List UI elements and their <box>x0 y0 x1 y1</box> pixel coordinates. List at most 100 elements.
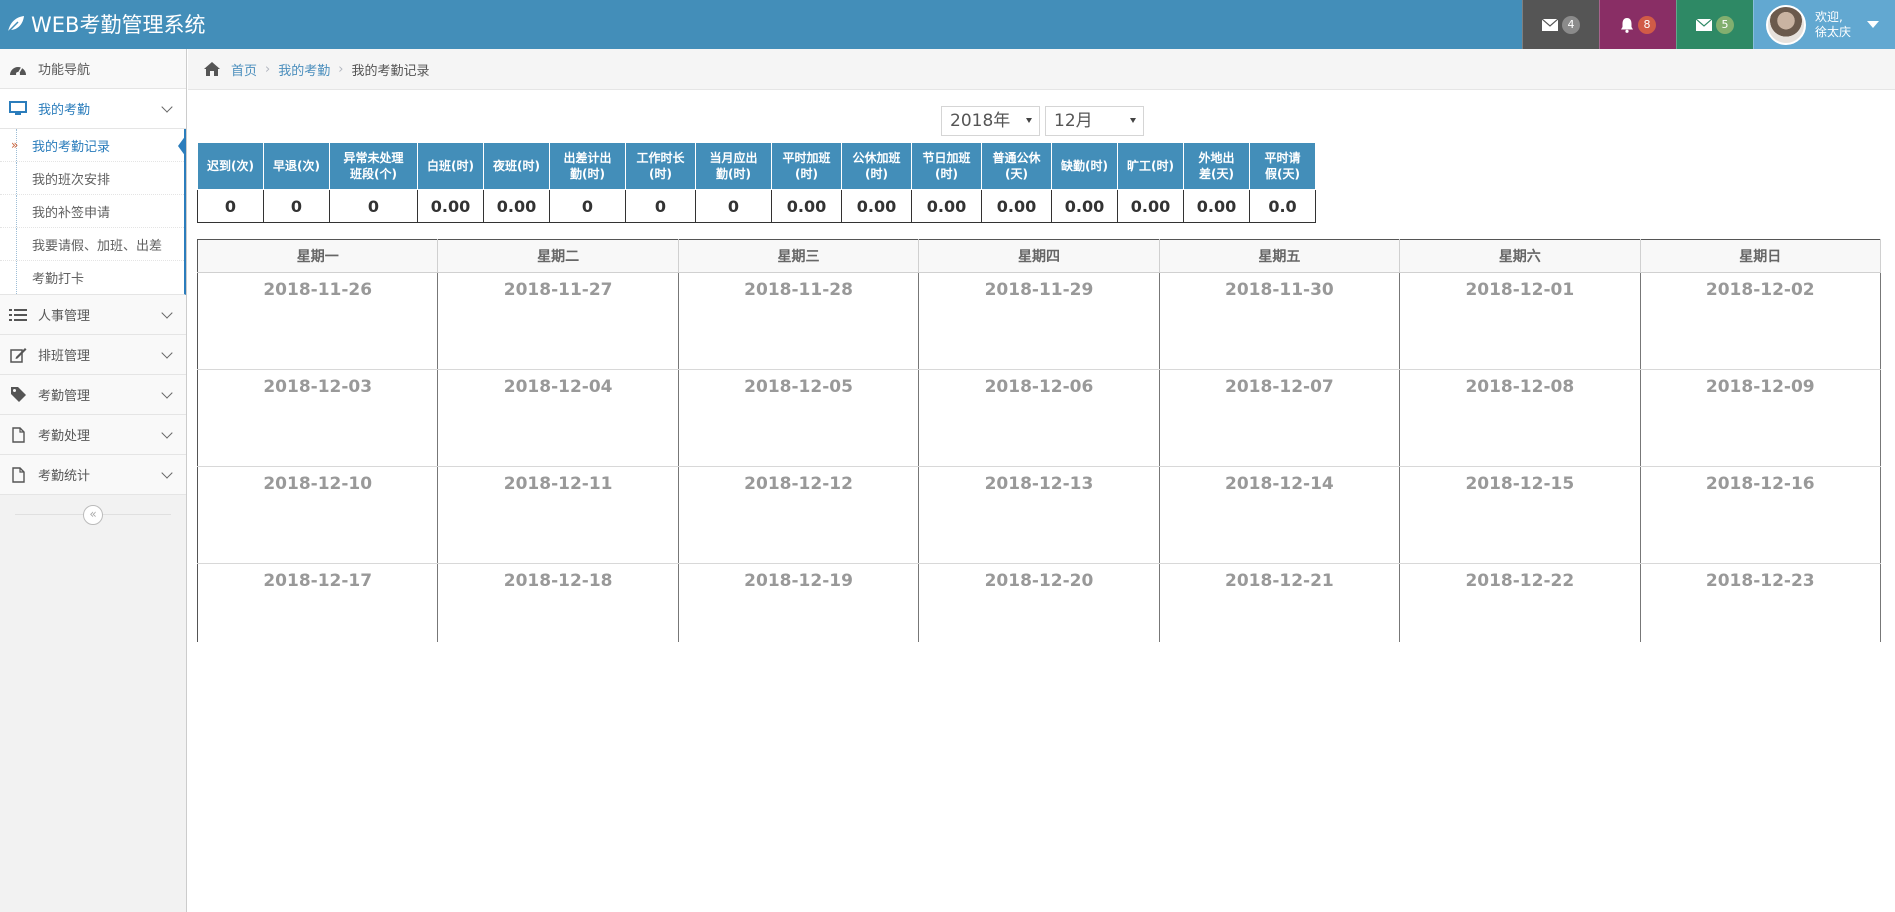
calendar-day-cell[interactable]: 2018-11-28 <box>678 272 920 370</box>
sidebar-item-my-attendance[interactable]: 我的考勤 <box>0 89 186 129</box>
messages-button[interactable]: 4 <box>1522 0 1599 49</box>
calendar-date-label: 2018-11-30 <box>1225 280 1334 300</box>
envelope-icon <box>1696 18 1712 31</box>
stats-column-header: 迟到(次) <box>197 142 264 190</box>
month-select[interactable]: 12月 <box>1045 106 1144 136</box>
sidebar-item-scheduling[interactable]: 排班管理 <box>0 335 186 375</box>
calendar-day-cell[interactable]: 2018-12-03 <box>197 369 439 467</box>
calendar-day-cell[interactable]: 2018-12-18 <box>437 563 679 642</box>
stats-column-header: 工作时长 (时) <box>625 142 696 190</box>
sidebar-item-attendance-statistics[interactable]: 考勤统计 <box>0 455 186 495</box>
calendar-date-label: 2018-12-13 <box>984 474 1094 494</box>
double-angle-right-icon: » <box>11 138 19 152</box>
calendar-day-cell[interactable]: 2018-11-27 <box>437 272 679 370</box>
submenu-item-makeup-request[interactable]: 我的补签申请 <box>0 195 184 228</box>
calendar-date-label: 2018-12-22 <box>1465 571 1575 591</box>
stats-value: 0.00 <box>1183 189 1250 223</box>
calendar-date-label: 2018-12-10 <box>263 474 373 494</box>
weekday-header: 星期日 <box>1640 239 1882 273</box>
calendar-day-cell[interactable]: 2018-12-15 <box>1399 466 1641 564</box>
stats-column-header: 当月应出 勤(时) <box>695 142 772 190</box>
submenu-item-leave-request[interactable]: 我要请假、加班、出差 <box>0 228 184 261</box>
calendar-day-cell[interactable]: 2018-12-16 <box>1640 466 1882 564</box>
chevron-down-icon <box>161 387 173 399</box>
date-filter: 2018年 12月 <box>941 106 1144 136</box>
breadcrumb-parent-link[interactable]: 我的考勤 <box>278 60 330 79</box>
user-menu-button[interactable]: 欢迎, 徐太庆 <box>1753 0 1895 49</box>
calendar-day-cell[interactable]: 2018-12-21 <box>1159 563 1401 642</box>
chevron-down-icon <box>161 427 173 439</box>
sidebar: 功能导航 我的考勤 » 我的考勤记录 我的班次安排 我的补签申请 我要请假、加班… <box>0 49 187 912</box>
chevron-down-icon <box>161 307 173 319</box>
mail-button[interactable]: 5 <box>1676 0 1753 49</box>
calendar-date-label: 2018-12-18 <box>503 571 613 591</box>
calendar-day-cell[interactable]: 2018-12-10 <box>197 466 439 564</box>
stats-value: 0.00 <box>841 189 912 223</box>
weekday-header: 星期六 <box>1399 239 1641 273</box>
sidebar-item-label: 我的考勤 <box>38 103 91 118</box>
stats-column-header: 平时加班 (时) <box>771 142 842 190</box>
calendar-day-cell[interactable]: 2018-11-30 <box>1159 272 1401 370</box>
sidebar-item-label: 考勤处理 <box>38 429 91 444</box>
calendar-day-cell[interactable]: 2018-12-11 <box>437 466 679 564</box>
file-icon <box>9 466 27 484</box>
year-select[interactable]: 2018年 <box>941 106 1040 136</box>
calendar-date-label: 2018-12-20 <box>984 571 1094 591</box>
sidebar-nav-header[interactable]: 功能导航 <box>0 49 186 89</box>
calendar-day-cell[interactable]: 2018-12-08 <box>1399 369 1641 467</box>
notifications-button[interactable]: 8 <box>1599 0 1676 49</box>
top-navbar: WEB考勤管理系统 4 8 5 欢迎, 徐太庆 <box>0 0 1895 49</box>
sidebar-item-attendance-processing[interactable]: 考勤处理 <box>0 415 186 455</box>
calendar-day-cell[interactable]: 2018-12-17 <box>197 563 439 642</box>
chevron-right-icon: › <box>265 61 271 77</box>
calendar-day-cell[interactable]: 2018-12-14 <box>1159 466 1401 564</box>
list-icon <box>9 306 27 324</box>
breadcrumb-current: 我的考勤记录 <box>351 63 430 79</box>
avatar <box>1766 4 1806 45</box>
stats-column-header: 早退(次) <box>263 142 330 190</box>
calendar-day-cell[interactable]: 2018-11-29 <box>918 272 1160 370</box>
stats-column-header: 出差计出 勤(时) <box>549 142 626 190</box>
app-brand[interactable]: WEB考勤管理系统 <box>6 8 205 40</box>
calendar-date-label: 2018-12-07 <box>1225 377 1334 397</box>
chevron-down-icon <box>161 347 173 359</box>
welcome-text: 欢迎, <box>1815 9 1843 24</box>
weekday-header: 星期二 <box>437 239 679 273</box>
calendar-date-label: 2018-12-05 <box>744 377 853 397</box>
calendar-day-cell[interactable]: 2018-12-05 <box>678 369 920 467</box>
calendar-day-cell[interactable]: 2018-12-19 <box>678 563 920 642</box>
breadcrumb-home-link[interactable]: 首页 <box>231 60 257 79</box>
calendar-date-label: 2018-12-19 <box>744 571 853 591</box>
sidebar-collapse-button[interactable]: « <box>83 505 103 525</box>
edit-icon <box>9 346 27 364</box>
calendar-day-cell[interactable]: 2018-12-20 <box>918 563 1160 642</box>
calendar-day-cell[interactable]: 2018-12-02 <box>1640 272 1882 370</box>
sidebar-item-attendance-management[interactable]: 考勤管理 <box>0 375 186 415</box>
submenu-item-attendance-records[interactable]: » 我的考勤记录 <box>0 129 184 162</box>
calendar-day-cell[interactable]: 2018-12-23 <box>1640 563 1882 642</box>
sidebar-item-personnel[interactable]: 人事管理 <box>0 295 186 335</box>
calendar-day-cell[interactable]: 2018-12-22 <box>1399 563 1641 642</box>
calendar-date-label: 2018-12-14 <box>1225 474 1334 494</box>
calendar-day-cell[interactable]: 2018-12-13 <box>918 466 1160 564</box>
caret-down-icon <box>1026 118 1032 123</box>
calendar-date-label: 2018-12-23 <box>1705 571 1815 591</box>
calendar-day-cell[interactable]: 2018-11-26 <box>197 272 439 370</box>
stats-value: 0 <box>263 189 330 223</box>
calendar-date-label: 2018-12-12 <box>744 474 853 494</box>
submenu-item-clock-in[interactable]: 考勤打卡 <box>0 261 184 294</box>
calendar-day-cell[interactable]: 2018-12-07 <box>1159 369 1401 467</box>
calendar-date-label: 2018-12-21 <box>1225 571 1334 591</box>
mail-count-badge: 5 <box>1716 15 1734 34</box>
calendar-day-cell[interactable]: 2018-12-09 <box>1640 369 1882 467</box>
envelope-icon <box>1542 18 1558 31</box>
calendar-day-cell[interactable]: 2018-12-04 <box>437 369 679 467</box>
app-title: WEB考勤管理系统 <box>31 13 206 37</box>
stats-column-header: 异常未处理 班段(个) <box>329 142 418 190</box>
file-icon <box>9 426 27 444</box>
calendar-day-cell[interactable]: 2018-12-01 <box>1399 272 1641 370</box>
calendar-day-cell[interactable]: 2018-12-12 <box>678 466 920 564</box>
weekday-header: 星期四 <box>918 239 1160 273</box>
calendar-day-cell[interactable]: 2018-12-06 <box>918 369 1160 467</box>
submenu-item-shift-schedule[interactable]: 我的班次安排 <box>0 162 184 195</box>
